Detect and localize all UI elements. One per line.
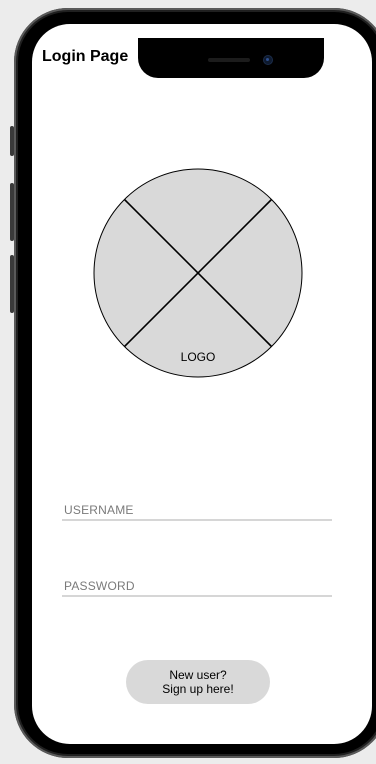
- logo-placeholder: LOGO: [93, 168, 303, 378]
- password-input[interactable]: [62, 578, 334, 594]
- username-field[interactable]: [62, 501, 334, 521]
- device-stage: Login Page LOGO New user? Sign up here!: [0, 0, 376, 764]
- password-field[interactable]: [62, 577, 334, 597]
- signup-line-2: Sign up here!: [162, 682, 234, 696]
- front-camera-icon: [264, 56, 272, 64]
- earpiece-speaker: [208, 58, 250, 62]
- placeholder-x-circle-icon: [93, 168, 303, 378]
- signup-line-1: New user?: [169, 668, 227, 682]
- logo-label: LOGO: [180, 350, 216, 364]
- page-title: Login Page: [42, 48, 129, 65]
- phone-screen: Login Page LOGO New user? Sign up here!: [32, 24, 372, 744]
- notch: [138, 38, 324, 78]
- signup-button[interactable]: New user? Sign up here!: [126, 660, 270, 704]
- username-input[interactable]: [62, 502, 334, 518]
